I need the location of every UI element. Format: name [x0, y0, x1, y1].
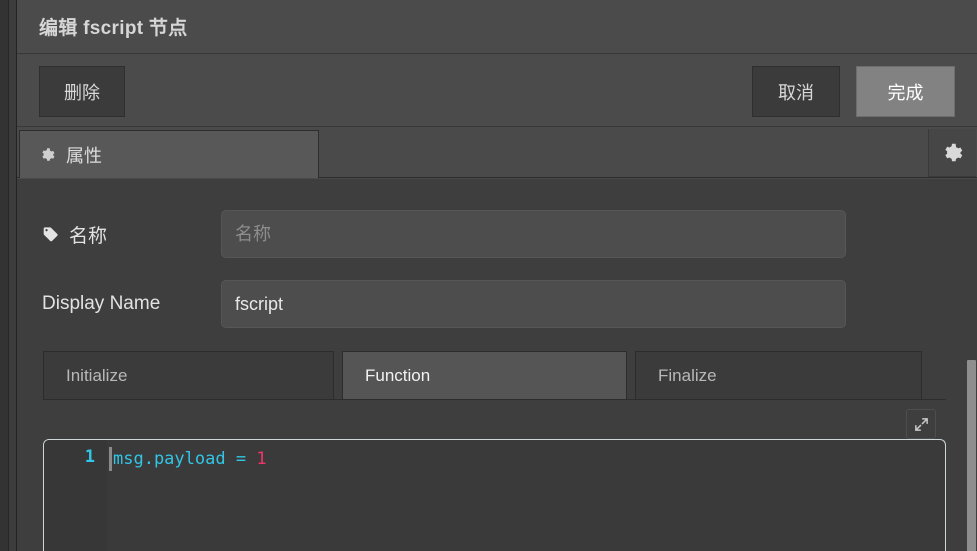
- name-input[interactable]: [221, 210, 846, 258]
- code-token-number: 1: [256, 449, 267, 469]
- dialog-tab-bar: 属性: [17, 128, 977, 178]
- dialog-title: 编辑 fscript 节点: [39, 18, 188, 39]
- form-row-name: 名称: [17, 210, 947, 258]
- code-editor[interactable]: 1 msg.payload = 1: [43, 439, 946, 551]
- code-line-1: msg.payload = 1: [113, 447, 267, 471]
- editor-caret: [109, 447, 112, 471]
- display-name-label-text: Display Name: [42, 293, 161, 314]
- gear-icon: [40, 147, 55, 162]
- name-label-text: 名称: [69, 225, 108, 247]
- dialog-action-bar: 删除 取消 完成: [17, 55, 977, 127]
- tab-initialize[interactable]: Initialize: [43, 351, 334, 400]
- tab-properties-label: 属性: [66, 145, 102, 166]
- code-token-operator: =: [225, 449, 257, 469]
- dialog-settings-button[interactable]: [928, 129, 976, 177]
- tab-properties[interactable]: 属性: [19, 130, 319, 178]
- name-label: 名称: [42, 210, 107, 258]
- expand-arrows-icon: [914, 417, 929, 432]
- tab-function[interactable]: Function: [342, 351, 627, 400]
- dialog-title-bar: 编辑 fscript 节点: [17, 0, 977, 54]
- background-page-strip: [0, 0, 17, 551]
- tag-icon: [42, 226, 59, 243]
- tab-finalize[interactable]: Finalize: [635, 351, 922, 400]
- node-edit-dialog: 编辑 fscript 节点 删除 取消 完成 属性 名称 名称 Display …: [0, 0, 977, 551]
- properties-panel: 名称 Display Name Initialize Function Fina…: [17, 179, 977, 551]
- dialog-shell: 编辑 fscript 节点 删除 取消 完成 属性 名称 名称 Display …: [17, 0, 977, 551]
- gear-icon: [942, 142, 963, 163]
- display-name-input[interactable]: [221, 280, 846, 328]
- done-button[interactable]: 完成: [856, 66, 955, 117]
- panel-scrollbar-thumb[interactable]: [967, 360, 976, 551]
- background-page-edge: [0, 0, 9, 551]
- code-section-tabs: Initialize Function Finalize: [43, 351, 946, 400]
- cancel-button[interactable]: 取消: [752, 66, 840, 117]
- delete-button[interactable]: 删除: [39, 66, 125, 117]
- line-number: 1: [84, 447, 95, 467]
- display-name-label: Display Name: [42, 280, 160, 328]
- expand-editor-button[interactable]: [906, 409, 936, 439]
- editor-gutter: 1: [44, 440, 107, 551]
- form-row-display-name: Display Name: [17, 280, 947, 328]
- code-token-identifier: msg.payload: [113, 449, 226, 469]
